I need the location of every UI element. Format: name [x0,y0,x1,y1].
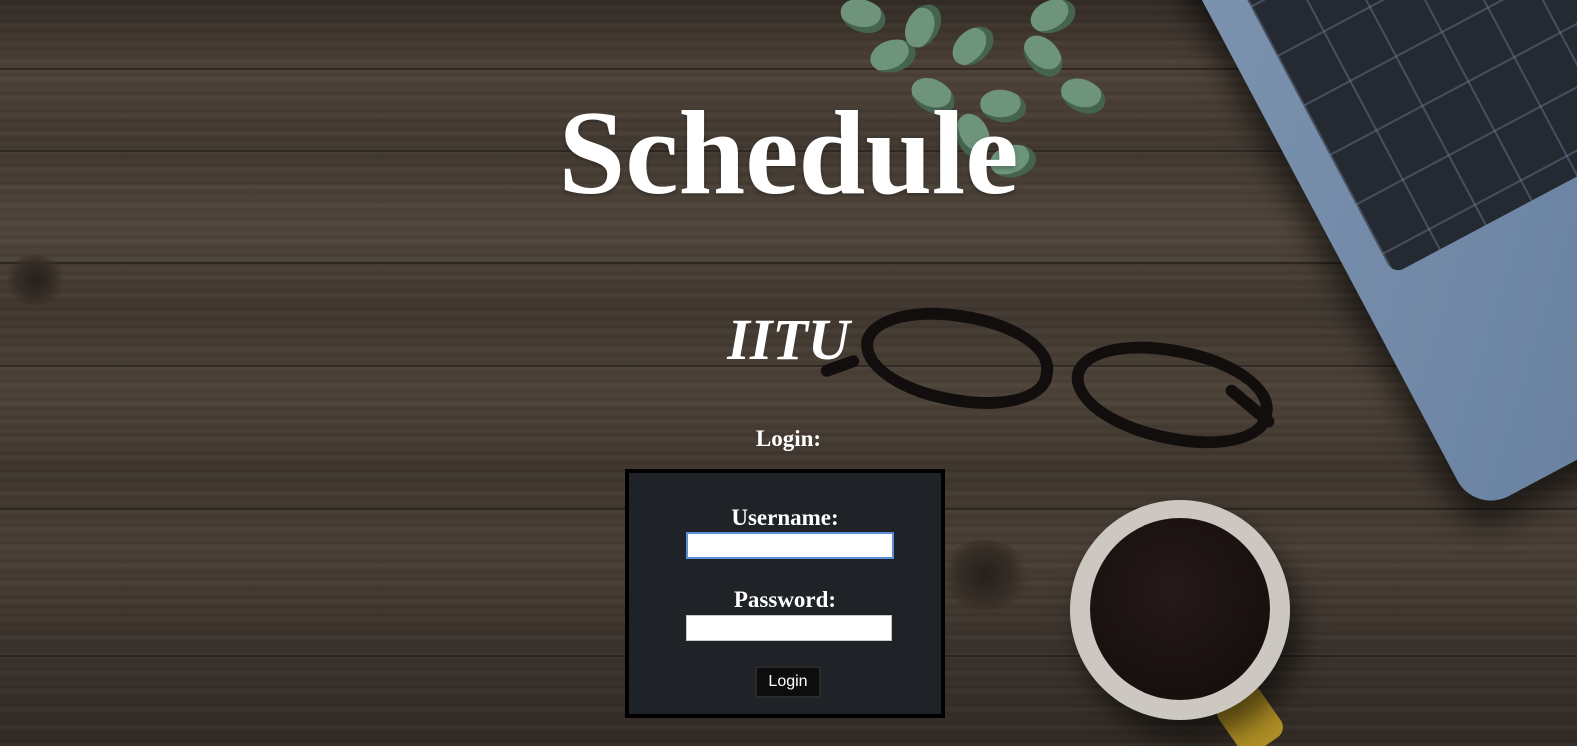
page-title: Schedule [558,86,1019,219]
username-label: Username: [731,505,839,530]
password-input[interactable] [686,615,892,641]
subtitle: IITU [727,307,850,372]
login-button[interactable]: Login [755,666,821,698]
login-heading: Login: [755,426,822,451]
main-content: Schedule IITU Login: Username: Password:… [0,0,1577,746]
login-form: Username: Password: Login [625,469,945,718]
password-label: Password: [733,587,837,612]
username-input[interactable] [686,532,894,559]
